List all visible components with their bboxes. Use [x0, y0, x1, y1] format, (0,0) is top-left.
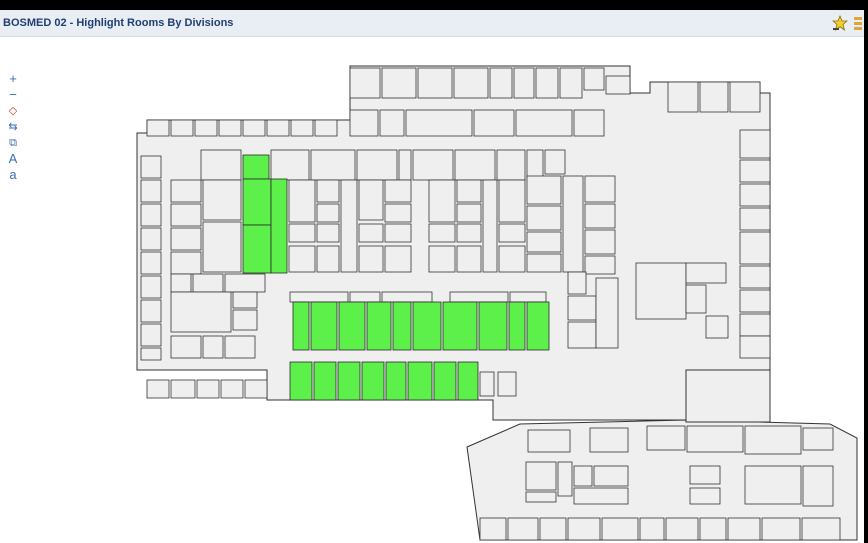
overflow-icon[interactable] [852, 15, 864, 31]
window-frame: BOSMED 02 - Highlight Rooms By Divisions… [0, 0, 868, 543]
star-icon[interactable] [832, 15, 848, 31]
panel-header: BOSMED 02 - Highlight Rooms By Divisions [0, 10, 864, 37]
panel-title: BOSMED 02 - Highlight Rooms By Divisions [3, 17, 234, 29]
floor-plan-canvas[interactable]: + − ◇ ⇆ ⧉ A a [0, 37, 864, 543]
drawing-panel: BOSMED 02 - Highlight Rooms By Divisions… [0, 10, 864, 543]
floor-plan [136, 65, 858, 541]
